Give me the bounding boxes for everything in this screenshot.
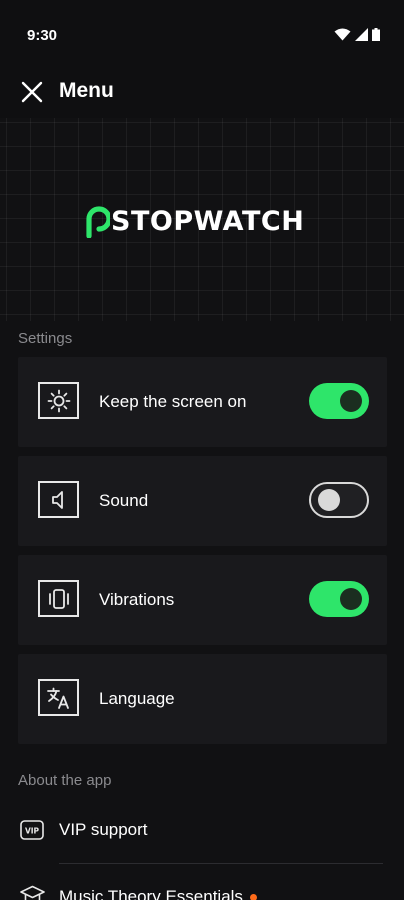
keep-screen-on-toggle[interactable]: [309, 383, 369, 419]
logo-mark-icon: [86, 206, 110, 238]
signal-icon: [355, 28, 368, 41]
vibrations-toggle[interactable]: [309, 581, 369, 617]
toggle-knob: [318, 489, 340, 511]
settings-section-label: Settings: [18, 330, 73, 347]
about-item-label: VIP support: [59, 820, 148, 839]
hero-banner: STOPWATCH: [0, 118, 404, 321]
app-logo: STOPWATCH: [84, 204, 304, 238]
wifi-icon: [334, 28, 351, 41]
close-button[interactable]: [18, 78, 46, 106]
setting-vibrations[interactable]: Vibrations: [18, 555, 387, 645]
about-item-label: Music Theory Essentials: [59, 887, 257, 900]
speaker-icon: [38, 481, 79, 518]
about-section-label: About the app: [18, 772, 112, 789]
setting-language[interactable]: Language: [18, 654, 387, 744]
toggle-knob: [340, 588, 362, 610]
vip-icon: VIP: [20, 820, 44, 840]
status-time: 9:30: [27, 27, 58, 44]
close-icon: [21, 81, 43, 103]
status-bar: 9:30: [0, 0, 404, 70]
brightness-icon: [38, 382, 79, 419]
vibration-icon: [38, 580, 79, 617]
setting-keep-screen-on[interactable]: Keep the screen on: [18, 357, 387, 447]
battery-icon: [372, 28, 380, 41]
svg-text:VIP: VIP: [25, 827, 40, 836]
sound-toggle[interactable]: [309, 482, 369, 518]
app-header: Menu: [0, 70, 404, 118]
page-title: Menu: [59, 79, 114, 102]
toggle-knob: [340, 390, 362, 412]
setting-sound[interactable]: Sound: [18, 456, 387, 546]
graduation-cap-icon: [20, 885, 45, 900]
setting-label: Vibrations: [99, 590, 175, 609]
divider: [59, 863, 383, 864]
music-theory-label: Music Theory Essentials: [59, 887, 243, 900]
translate-icon: [38, 679, 79, 716]
setting-label: Sound: [99, 491, 149, 510]
vip-support-item[interactable]: VIP VIP support: [18, 818, 387, 876]
setting-label: Keep the screen on: [99, 392, 247, 411]
setting-label: Language: [99, 689, 175, 708]
status-icons: [334, 28, 380, 41]
logo-text: STOPWATCH: [111, 205, 305, 237]
music-theory-item[interactable]: Music Theory Essentials: [18, 882, 387, 900]
notification-dot: [249, 894, 257, 900]
